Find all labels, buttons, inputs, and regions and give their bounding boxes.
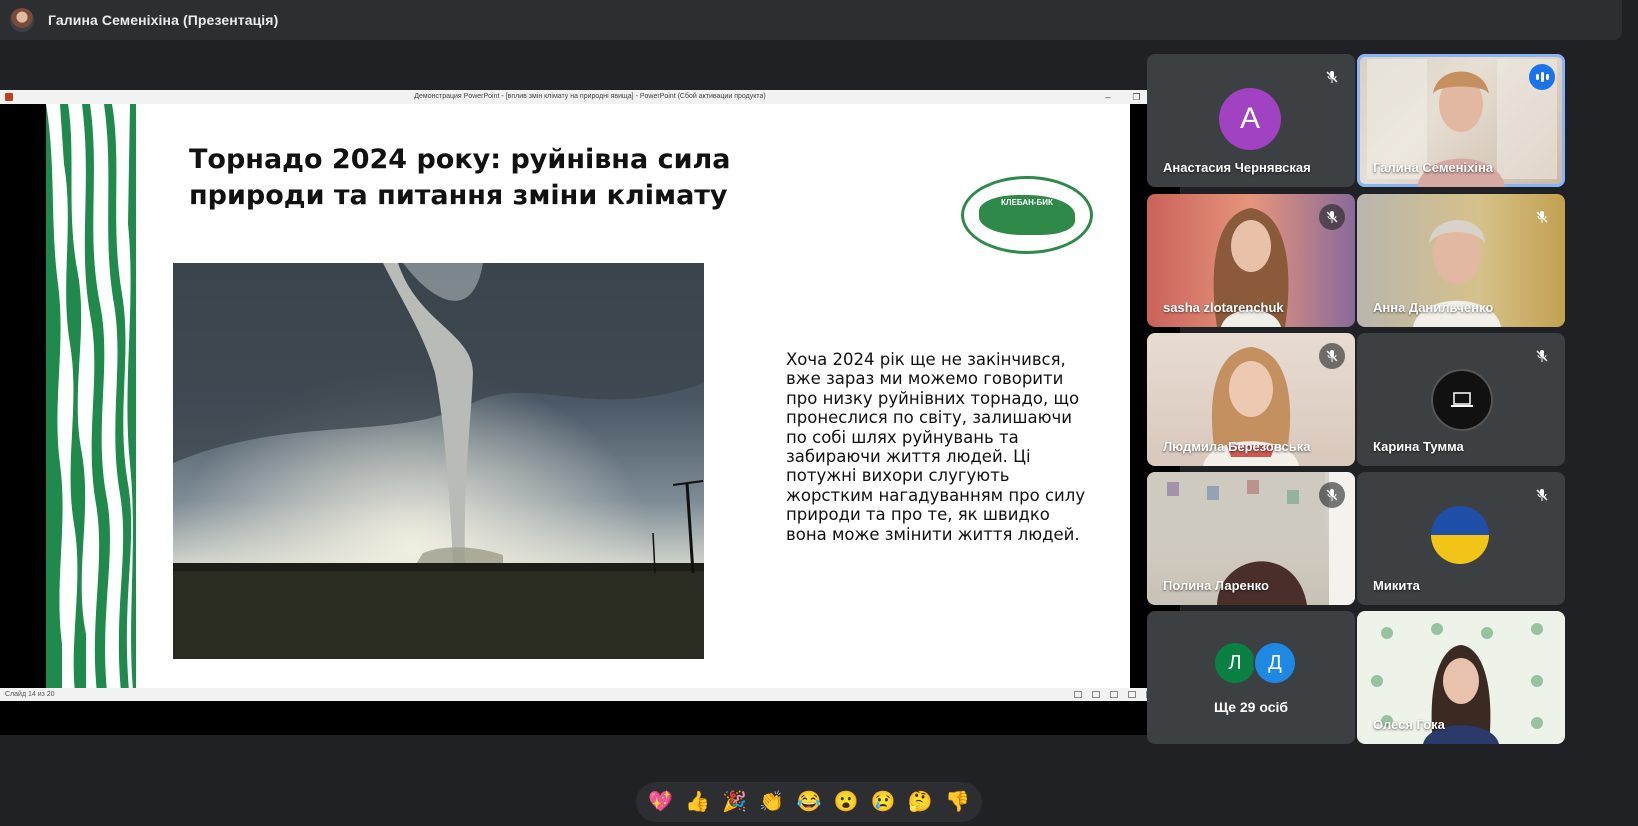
participant-tile-active[interactable]: Галина Семеніхіна bbox=[1357, 54, 1565, 187]
participant-name: sasha zlotarenchuk bbox=[1163, 300, 1284, 315]
participant-tile[interactable]: sasha zlotarenchuk bbox=[1147, 194, 1355, 327]
mic-off-icon bbox=[1319, 64, 1345, 90]
powerpoint-statusbar: Слайд 14 из 20 bbox=[0, 688, 1180, 701]
thumbs-down-reaction[interactable]: 👎 bbox=[945, 792, 970, 812]
laptop-avatar-icon bbox=[1431, 369, 1493, 431]
participant-name: Анна Данильченко bbox=[1373, 300, 1494, 315]
presentation-area[interactable]: Демонстрация PowerPoint - [вплив змін кл… bbox=[0, 90, 1180, 735]
presentation-title: Галина Семеніхіна (Презентація) bbox=[48, 12, 279, 28]
mic-off-icon bbox=[1529, 343, 1555, 369]
mic-off-icon bbox=[1319, 343, 1345, 369]
participant-tile[interactable]: Полина Ларенко bbox=[1147, 472, 1355, 605]
participant-tile[interactable]: A Анастасия Чернявская bbox=[1147, 54, 1355, 187]
normal-view-icon[interactable] bbox=[1074, 691, 1082, 698]
participant-tile[interactable]: Людмила Березовська bbox=[1147, 333, 1355, 466]
speaking-indicator-icon bbox=[1529, 64, 1555, 90]
mic-off-icon bbox=[1529, 204, 1555, 230]
laughing-reaction[interactable]: 😂 bbox=[797, 792, 822, 812]
participant-avatar: Д bbox=[1253, 641, 1297, 685]
mic-off-icon bbox=[1319, 204, 1345, 230]
thinking-reaction[interactable]: 🤔 bbox=[908, 792, 933, 812]
participant-tile[interactable]: Олеся Гока bbox=[1357, 611, 1565, 744]
powerpoint-window-title: Демонстрация PowerPoint - [вплив змін кл… bbox=[414, 93, 766, 100]
participant-name: Людмила Березовська bbox=[1163, 439, 1311, 454]
more-participants-tile[interactable]: Л Д Ще 29 осіб bbox=[1147, 611, 1355, 744]
logo-text: КЛЕБАН-БИК bbox=[979, 195, 1075, 235]
participant-avatar: A bbox=[1219, 88, 1281, 150]
participant-name: Анастасия Чернявская bbox=[1163, 160, 1311, 175]
participant-name: Карина Тумма bbox=[1373, 439, 1464, 454]
restore-icon: ❐ bbox=[1132, 92, 1141, 102]
participant-name: Микита bbox=[1373, 578, 1420, 593]
slide-body-text: Хоча 2024 рік ще не закінчився, вже зара… bbox=[786, 350, 1086, 544]
presenter-bar: Галина Семеніхіна (Презентація) bbox=[0, 0, 1622, 40]
reactions-bar: 💖 👍 🎉 👏 😂 😮 😢 🤔 👎 bbox=[636, 782, 982, 822]
participant-name: Полина Ларенко bbox=[1163, 578, 1269, 593]
participant-name: Олеся Гока bbox=[1373, 717, 1445, 732]
party-popper-reaction[interactable]: 🎉 bbox=[722, 792, 747, 812]
slide: Торнадо 2024 року: руйнівна сила природи… bbox=[46, 104, 1130, 701]
participant-avatar: Л bbox=[1213, 641, 1257, 685]
participant-name: Галина Семеніхіна bbox=[1373, 160, 1494, 175]
decorative-stripes bbox=[46, 104, 136, 701]
slide-counter: Слайд 14 из 20 bbox=[5, 691, 55, 698]
participant-tile[interactable]: Микита bbox=[1357, 472, 1565, 605]
participant-tile[interactable]: Карина Тумма bbox=[1357, 333, 1565, 466]
thumbs-up-reaction[interactable]: 👍 bbox=[685, 792, 710, 812]
participant-tile[interactable]: Анна Данильченко bbox=[1357, 194, 1565, 327]
minimize-icon: – bbox=[1105, 92, 1111, 102]
sparkling-heart-reaction[interactable]: 💖 bbox=[648, 792, 673, 812]
crying-reaction[interactable]: 😢 bbox=[871, 792, 896, 812]
presenter-avatar bbox=[10, 8, 34, 32]
tornado-photo bbox=[173, 263, 704, 659]
clapping-reaction[interactable]: 👏 bbox=[759, 792, 784, 812]
mic-off-icon bbox=[1529, 482, 1555, 508]
powerpoint-titlebar: Демонстрация PowerPoint - [вплив змін кл… bbox=[0, 90, 1180, 104]
notes-view-icon[interactable] bbox=[1092, 691, 1100, 698]
participant-avatar bbox=[1431, 506, 1489, 564]
powerpoint-icon bbox=[5, 93, 13, 101]
slide-title: Торнадо 2024 року: руйнівна сила природи… bbox=[189, 144, 731, 211]
surprised-reaction[interactable]: 😮 bbox=[834, 792, 859, 812]
park-logo: КЛЕБАН-БИК bbox=[961, 176, 1093, 254]
reading-view-icon[interactable] bbox=[1128, 691, 1136, 698]
slide-sorter-icon[interactable] bbox=[1110, 691, 1118, 698]
more-participants-label: Ще 29 осіб bbox=[1213, 699, 1289, 715]
mic-off-icon bbox=[1319, 482, 1345, 508]
